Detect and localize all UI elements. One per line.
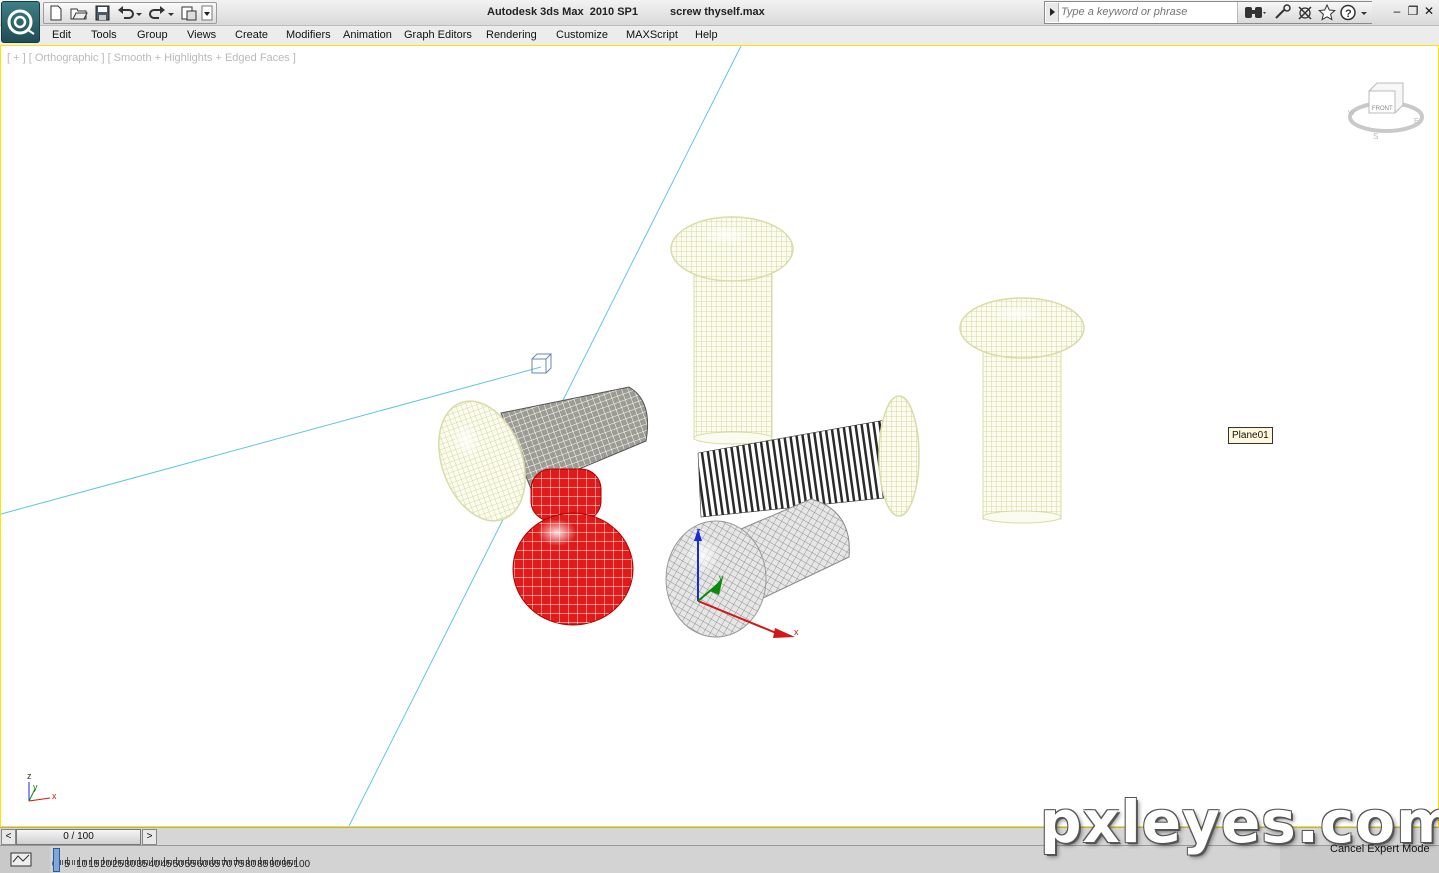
favorites-star-icon[interactable] xyxy=(1317,3,1337,21)
restore-button[interactable]: ❐ xyxy=(1406,4,1420,18)
ruler-label: 65 xyxy=(208,859,221,870)
menu-graph-editors[interactable]: Graph Editors xyxy=(404,29,472,41)
menu-create[interactable]: Create xyxy=(235,29,268,41)
binoculars-search-icon[interactable] xyxy=(1244,4,1266,21)
title-bar: Autodesk 3ds Max 2010 SP1 screw thyself.… xyxy=(0,0,1439,26)
ruler-label: 50 xyxy=(172,859,184,870)
ruler-label: 15 xyxy=(88,859,100,870)
dummy-helper-box[interactable] xyxy=(531,353,553,374)
menu-group[interactable]: Group xyxy=(137,29,168,41)
file-name: screw thyself.max xyxy=(670,6,765,18)
menu-animation[interactable]: Animation xyxy=(343,29,392,41)
ruler-label: 100 xyxy=(293,859,311,870)
redo-icon[interactable] xyxy=(148,5,166,21)
ruler-label: 5 xyxy=(64,859,70,870)
svg-text:?: ? xyxy=(1345,8,1352,20)
help-dropdown-icon[interactable] xyxy=(1360,4,1368,21)
menu-edit[interactable]: Edit xyxy=(52,29,71,41)
infocenter-search: ? xyxy=(1044,1,1372,24)
ruler-label: 20 xyxy=(100,859,112,870)
time-slider-next-button[interactable]: > xyxy=(142,829,157,845)
3ds-max-logo-icon xyxy=(7,9,35,35)
time-slider-thumb[interactable]: 0 / 100 xyxy=(16,829,141,845)
ruler-label: 95 xyxy=(281,859,293,870)
tripod-y: y xyxy=(33,782,38,792)
ruler-tick xyxy=(71,860,73,865)
open-folder-icon[interactable] xyxy=(70,5,88,21)
new-file-icon[interactable] xyxy=(48,5,66,21)
undo-icon[interactable] xyxy=(117,5,135,21)
gizmo-y-label: y xyxy=(719,573,724,583)
screw-selected-red[interactable] xyxy=(512,468,634,626)
ruler-label: 35 xyxy=(136,859,148,870)
undo-dropdown-icon[interactable] xyxy=(135,5,143,21)
ruler-label: 40 xyxy=(148,859,160,870)
viewcube-face-label: FRONT xyxy=(1372,106,1393,112)
menu-bar: Edit Tools Group Views Create Modifiers … xyxy=(0,26,1439,46)
object-name-tooltip: Plane01 xyxy=(1228,427,1273,444)
gizmo-z-label: z xyxy=(696,526,701,536)
menu-tools[interactable]: Tools xyxy=(91,29,117,41)
menu-maxscript[interactable]: MAXScript xyxy=(626,29,678,41)
menu-views[interactable]: Views xyxy=(187,29,216,41)
tripod-z: z xyxy=(27,771,32,781)
application-button[interactable] xyxy=(1,1,40,43)
redo-dropdown-icon[interactable] xyxy=(167,5,175,21)
menu-modifiers[interactable]: Modifiers xyxy=(286,29,331,41)
close-button[interactable]: ✕ xyxy=(1422,4,1436,18)
current-frame-marker[interactable] xyxy=(53,848,60,872)
ruler-label: 90 xyxy=(269,859,281,870)
ruler-label: 10 xyxy=(76,859,88,870)
infocenter-tools: ? xyxy=(1237,2,1372,23)
gizmo-x-label: x xyxy=(794,627,799,637)
ruler-label: 55 xyxy=(184,859,196,870)
ruler-label: 45 xyxy=(160,859,172,870)
perspective-viewport[interactable]: [ + ] [ Orthographic ] [ Smooth + Highli… xyxy=(0,45,1439,828)
compass-w: W xyxy=(1348,110,1355,117)
watermark-text: pxleyes.com xyxy=(1040,788,1439,856)
communication-center-icon[interactable] xyxy=(1296,4,1314,21)
ruler-label: 25 xyxy=(112,859,124,870)
save-icon[interactable] xyxy=(94,5,112,21)
viewport-scene[interactable]: z x y FRONT S E W z x y xyxy=(1,46,1438,826)
customize-qat-dropdown-icon[interactable] xyxy=(201,5,213,21)
tripod-x: x xyxy=(52,791,57,801)
ruler-label: 80 xyxy=(245,859,257,870)
ruler-label: 60 xyxy=(196,859,208,870)
axis-tripod: z x y xyxy=(27,771,57,802)
project-folder-icon[interactable] xyxy=(180,5,198,21)
help-icon[interactable]: ? xyxy=(1340,4,1360,21)
app-title: Autodesk 3ds Max 2010 SP1 xyxy=(487,6,639,18)
ruler-label: 85 xyxy=(257,859,269,870)
mini-curve-editor-icon[interactable] xyxy=(10,851,32,868)
compass-s: S xyxy=(1373,132,1378,141)
time-slider-prev-button[interactable]: < xyxy=(1,829,16,845)
screw-grey-lying[interactable] xyxy=(665,498,850,638)
minimize-button[interactable]: – xyxy=(1390,4,1404,18)
screw-standing-2[interactable] xyxy=(959,297,1085,524)
ruler-label: 75 xyxy=(233,859,245,870)
menu-help[interactable]: Help xyxy=(695,29,718,41)
subscription-center-icon[interactable] xyxy=(1274,4,1292,21)
viewcube[interactable]: FRONT S E W xyxy=(1348,82,1424,141)
search-input[interactable] xyxy=(1061,4,1237,20)
quick-access-toolbar xyxy=(43,2,217,24)
screw-standing-1[interactable] xyxy=(670,216,794,445)
menu-customize[interactable]: Customize xyxy=(556,29,608,41)
search-expand-icon[interactable] xyxy=(1046,3,1059,22)
ruler-label: 70 xyxy=(220,859,233,870)
menu-rendering[interactable]: Rendering xyxy=(486,29,537,41)
compass-e: E xyxy=(1414,118,1419,125)
ruler-label: 30 xyxy=(124,859,136,870)
